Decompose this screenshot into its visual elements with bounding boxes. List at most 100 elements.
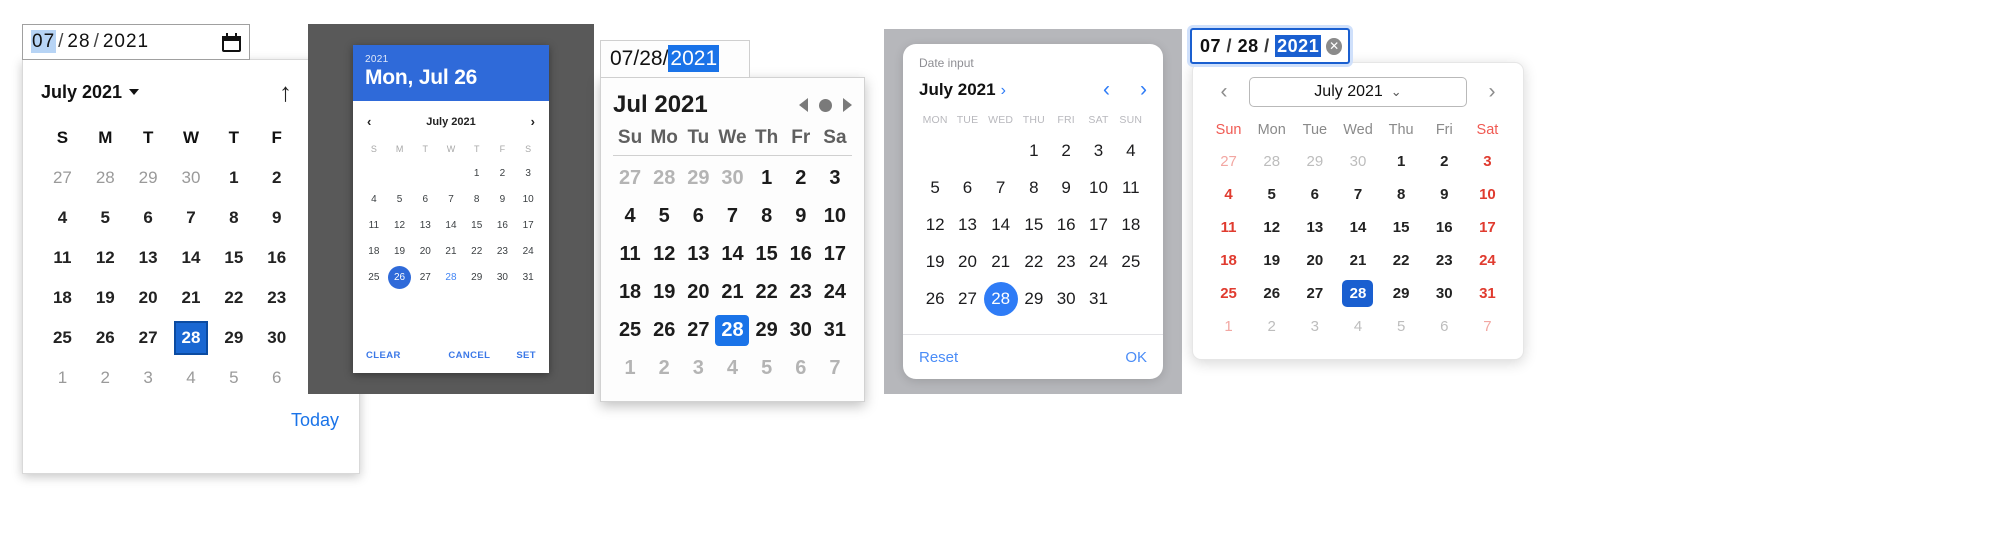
day-cell[interactable]: 31 (818, 311, 852, 349)
day-cell[interactable]: 5 (750, 349, 784, 387)
day-cell[interactable]: 16 (255, 238, 298, 278)
day-cell[interactable]: 4 (1336, 310, 1379, 343)
day-cell[interactable]: 4 (1207, 178, 1250, 211)
day-cell[interactable]: 22 (750, 273, 784, 311)
day-cell[interactable]: 18 (361, 238, 387, 264)
day-cell[interactable]: 24 (818, 273, 852, 311)
day-cell[interactable]: 14 (438, 212, 464, 238)
day-cell[interactable]: 15 (464, 212, 490, 238)
ok-button[interactable]: OK (1125, 349, 1147, 366)
day-cell[interactable]: 30 (255, 318, 298, 358)
chevron-left-icon[interactable]: ‹ (1207, 80, 1241, 104)
day-cell[interactable]: 11 (1115, 169, 1147, 206)
chevron-right-nav-icon[interactable]: › (1140, 78, 1147, 102)
day-cell[interactable]: 9 (1050, 169, 1082, 206)
safari-year-segment[interactable]: 2021 (668, 45, 720, 72)
day-cell[interactable]: 19 (919, 243, 951, 280)
day-cell[interactable]: 4 (41, 198, 84, 238)
chrome-month-segment[interactable]: 07 (31, 30, 57, 53)
day-cell[interactable]: 6 (951, 169, 983, 206)
day-cell[interactable]: 23 (784, 273, 818, 311)
day-cell[interactable]: 26 (647, 311, 681, 349)
day-cell-selected[interactable]: 28 (983, 280, 1018, 317)
day-cell[interactable]: 25 (613, 311, 647, 349)
day-cell[interactable]: 30 (715, 159, 749, 197)
day-cell[interactable]: 8 (212, 198, 255, 238)
day-cell[interactable]: 27 (681, 311, 715, 349)
day-cell[interactable]: 10 (818, 197, 852, 235)
day-cell[interactable]: 13 (1293, 211, 1336, 244)
day-cell[interactable]: 15 (212, 238, 255, 278)
day-cell[interactable]: 6 (1293, 178, 1336, 211)
day-cell[interactable]: 18 (1207, 244, 1250, 277)
material-date-label[interactable]: Mon, Jul 26 (365, 66, 537, 90)
set-button[interactable]: SET (516, 350, 536, 361)
cancel-button[interactable]: CANCEL (448, 350, 490, 361)
day-cell[interactable]: 3 (1293, 310, 1336, 343)
day-cell[interactable]: 13 (951, 206, 983, 243)
day-cell[interactable]: 16 (1050, 206, 1082, 243)
weekend-day-segment[interactable]: 28 (1238, 36, 1259, 56)
safari-day-segment[interactable]: 28 (639, 47, 662, 70)
day-cell[interactable]: 27 (613, 159, 647, 197)
triangle-left-icon[interactable] (799, 98, 808, 112)
day-cell[interactable]: 26 (1250, 277, 1293, 310)
day-cell[interactable]: 11 (361, 212, 387, 238)
material-year-label[interactable]: 2021 (365, 54, 537, 65)
day-cell[interactable]: 1 (1380, 145, 1423, 178)
chrome-date-input[interactable]: 07/28/2021 (22, 24, 250, 60)
day-cell[interactable]: 11 (1207, 211, 1250, 244)
day-cell[interactable]: 23 (1423, 244, 1466, 277)
day-cell[interactable]: 3 (818, 159, 852, 197)
day-cell[interactable]: 7 (438, 186, 464, 212)
day-cell[interactable]: 5 (212, 358, 255, 398)
day-cell[interactable]: 17 (818, 235, 852, 273)
day-cell[interactable]: 17 (1466, 211, 1509, 244)
day-cell[interactable]: 30 (784, 311, 818, 349)
day-cell[interactable]: 18 (613, 273, 647, 311)
day-cell[interactable]: 25 (41, 318, 84, 358)
day-cell[interactable]: 13 (681, 235, 715, 273)
day-cell[interactable]: 26 (919, 280, 951, 317)
day-cell[interactable]: 20 (1293, 244, 1336, 277)
day-cell[interactable]: 25 (1207, 277, 1250, 310)
day-cell[interactable]: 30 (1050, 280, 1082, 317)
day-cell[interactable]: 6 (681, 197, 715, 235)
day-cell[interactable]: 29 (1380, 277, 1423, 310)
day-cell[interactable]: 2 (1050, 132, 1082, 169)
day-cell[interactable]: 21 (170, 278, 213, 318)
day-cell[interactable]: 7 (984, 169, 1018, 206)
chevron-left-icon[interactable]: ‹ (1103, 78, 1110, 102)
day-cell[interactable]: 6 (1423, 310, 1466, 343)
day-cell[interactable]: 16 (490, 212, 516, 238)
day-cell[interactable]: 1 (41, 358, 84, 398)
day-cell[interactable]: 26 (84, 318, 127, 358)
day-cell[interactable]: 2 (647, 349, 681, 387)
day-cell[interactable]: 10 (515, 186, 541, 212)
day-cell[interactable]: 29 (212, 318, 255, 358)
day-cell[interactable]: 29 (750, 311, 784, 349)
calendar-icon[interactable] (222, 32, 241, 52)
day-cell[interactable]: 22 (212, 278, 255, 318)
day-cell-selected[interactable]: 28 (170, 318, 213, 358)
day-cell[interactable]: 11 (613, 235, 647, 273)
day-cell[interactable]: 1 (613, 349, 647, 387)
day-cell[interactable]: 18 (41, 278, 84, 318)
day-cell[interactable]: 13 (412, 212, 438, 238)
day-cell[interactable]: 10 (1466, 178, 1509, 211)
day-cell[interactable]: 18 (1115, 206, 1147, 243)
day-cell[interactable]: 23 (255, 278, 298, 318)
day-cell[interactable]: 19 (387, 238, 413, 264)
day-cell[interactable]: 9 (784, 197, 818, 235)
day-cell[interactable]: 12 (84, 238, 127, 278)
day-cell[interactable]: 14 (984, 206, 1018, 243)
day-cell[interactable]: 4 (170, 358, 213, 398)
day-cell[interactable]: 29 (1293, 145, 1336, 178)
weekend-year-segment[interactable]: 2021 (1275, 34, 1322, 57)
day-cell[interactable]: 31 (515, 264, 541, 290)
day-cell[interactable]: 19 (84, 278, 127, 318)
day-cell[interactable]: 7 (715, 197, 749, 235)
day-cell[interactable]: 4 (361, 186, 387, 212)
day-cell[interactable]: 22 (1380, 244, 1423, 277)
day-cell[interactable]: 4 (613, 197, 647, 235)
